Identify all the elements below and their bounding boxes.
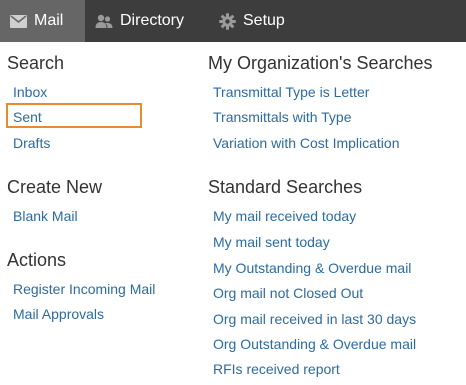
mail-icon — [10, 14, 27, 28]
tab-mail-label: Mail — [34, 12, 64, 29]
standard-search-link[interactable]: RFIs received report — [213, 360, 340, 378]
standard-search-link[interactable]: My mail received today — [213, 207, 356, 225]
people-icon — [95, 14, 113, 29]
action-link-mail-approvals[interactable]: Mail Approvals — [13, 305, 104, 323]
tab-setup[interactable]: Setup — [219, 0, 319, 42]
search-link-drafts[interactable]: Drafts — [13, 134, 50, 152]
top-nav-bar: Mail Directory Setup — [0, 0, 466, 42]
standard-search-link[interactable]: My mail sent today — [213, 233, 330, 251]
tab-mail[interactable]: Mail — [0, 0, 85, 42]
gear-icon — [219, 12, 236, 30]
org-search-link[interactable]: Transmittal Type is Letter — [213, 83, 369, 101]
org-search-link[interactable]: Transmittals with Type — [213, 108, 352, 126]
search-heading: Search — [7, 53, 65, 73]
org-search-link[interactable]: Variation with Cost Implication — [213, 134, 399, 152]
tab-directory[interactable]: Directory — [95, 0, 207, 42]
standard-search-link[interactable]: Org mail received in last 30 days — [213, 310, 416, 328]
tab-setup-label: Setup — [243, 12, 285, 29]
tab-directory-label: Directory — [120, 12, 185, 29]
standard-searches-heading: Standard Searches — [208, 177, 363, 197]
search-link-inbox[interactable]: Inbox — [13, 83, 47, 101]
standard-search-link[interactable]: My Outstanding & Overdue mail — [213, 259, 411, 277]
create-new-heading: Create New — [7, 177, 103, 197]
create-link-blank-mail[interactable]: Blank Mail — [13, 207, 78, 225]
standard-search-link[interactable]: Org Outstanding & Overdue mail — [213, 335, 416, 353]
action-link-register-incoming-mail[interactable]: Register Incoming Mail — [13, 280, 155, 298]
search-link-sent[interactable]: Sent — [13, 108, 42, 126]
actions-heading: Actions — [7, 250, 67, 270]
org-searches-heading: My Organization's Searches — [208, 53, 433, 73]
standard-search-link[interactable]: Org mail not Closed Out — [213, 284, 363, 302]
